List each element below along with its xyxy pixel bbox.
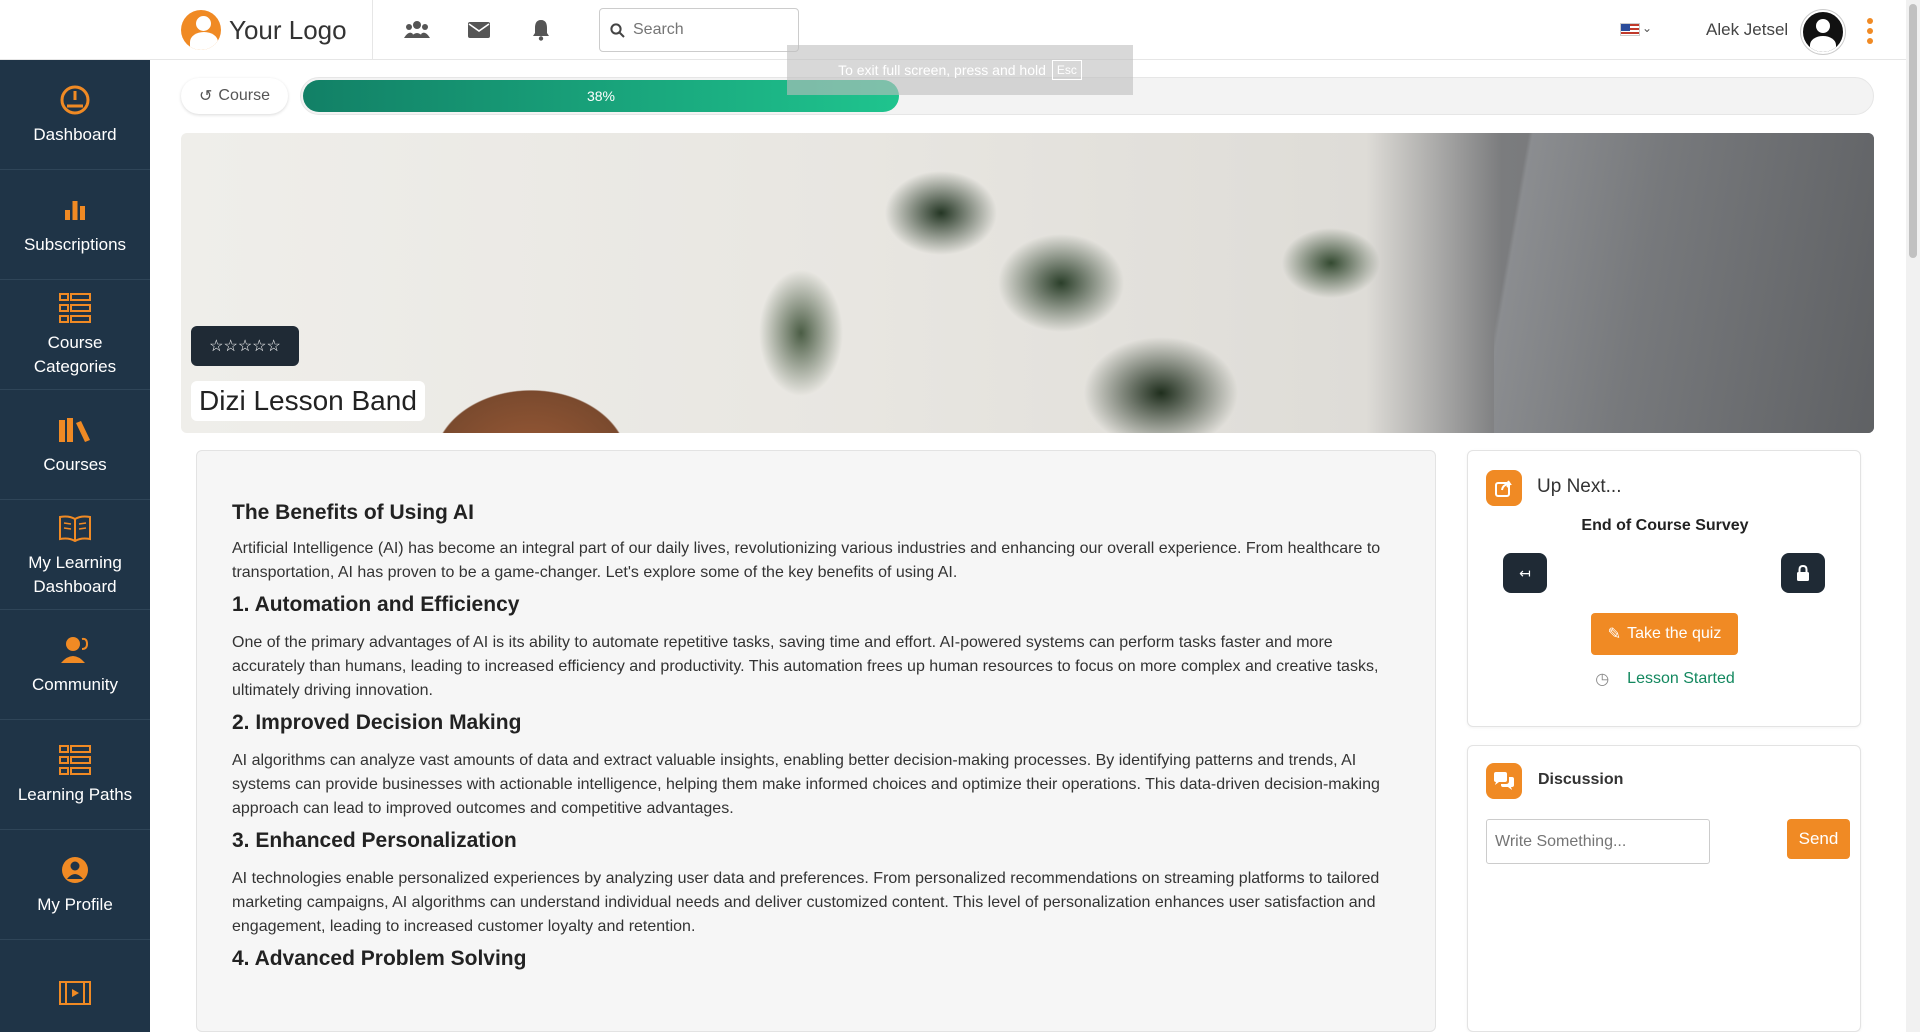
discussion-title: Discussion xyxy=(1538,771,1624,788)
books-icon xyxy=(58,413,92,447)
search-input[interactable] xyxy=(633,21,783,39)
sidebar-item-subscriptions[interactable]: Subscriptions xyxy=(0,170,150,280)
user-circle-icon xyxy=(58,853,92,887)
sidebar-item-label: Dashboard xyxy=(33,124,117,144)
gauge-icon xyxy=(58,83,92,117)
users-icon[interactable] xyxy=(404,17,430,43)
logo-mark-icon xyxy=(181,10,221,50)
open-book-icon xyxy=(58,511,92,545)
undo-icon: ↺ xyxy=(199,88,213,105)
lesson-banner-image xyxy=(181,133,1874,433)
sidebar-item-label: Course Categories xyxy=(33,332,117,376)
take-quiz-button[interactable]: ✎ Take the quiz xyxy=(1591,613,1738,655)
next-item-title: End of Course Survey xyxy=(1581,517,1749,534)
section-body: AI technologies enable personalized expe… xyxy=(232,870,1380,935)
sidebar-item-course-categories[interactable]: Course Categories xyxy=(0,280,150,390)
star-rating[interactable]: ☆☆☆☆☆ xyxy=(191,326,299,366)
take-quiz-label: Take the quiz xyxy=(1627,625,1722,642)
mail-icon[interactable] xyxy=(466,17,492,43)
back-to-course-button[interactable]: ↺ Course xyxy=(181,78,288,114)
fullscreen-toast: To exit full screen, press and hold Esc xyxy=(787,45,1133,95)
sidebar-item-courses[interactable]: Courses xyxy=(0,390,150,500)
flag-us-icon[interactable] xyxy=(1620,23,1640,36)
lesson-heading: The Benefits of Using AI xyxy=(232,501,474,524)
section-title: 4. Advanced Problem Solving xyxy=(232,947,527,970)
sidebar-item-label: My Learning Dashboard xyxy=(28,552,122,596)
sidebar-item-learning-paths[interactable]: Learning Paths xyxy=(0,720,150,830)
up-next-panel: Up Next... End of Course Survey ↤ ✎ Take… xyxy=(1467,450,1861,727)
discussion-input[interactable] xyxy=(1486,819,1710,864)
page-scrollbar[interactable] xyxy=(1906,0,1920,1032)
section-body: AI algorithms can analyze vast amounts o… xyxy=(232,752,1380,817)
pencil-icon: ✎ xyxy=(1607,626,1622,643)
sidebar-item-my-learning-dashboard[interactable]: My Learning Dashboard xyxy=(0,500,150,610)
sidebar-item-community[interactable]: Community xyxy=(0,610,150,720)
kebab-menu-icon[interactable] xyxy=(1866,18,1874,44)
list-icon xyxy=(58,291,92,325)
chat-bubbles-icon xyxy=(1486,763,1522,799)
lesson-title: Dizi Lesson Band xyxy=(191,381,425,421)
clock-icon: ◷ xyxy=(1595,671,1610,688)
lock-icon xyxy=(1797,565,1809,581)
sidebar-item-dashboard[interactable]: Dashboard xyxy=(0,60,150,170)
back-to-course-label: Course xyxy=(218,87,270,104)
logo[interactable]: Your Logo xyxy=(181,10,347,50)
chevron-down-icon[interactable]: ⌄ xyxy=(1642,21,1652,35)
up-next-title: Up Next... xyxy=(1537,476,1622,497)
lesson-intro: Artificial Intelligence (AI) has become … xyxy=(232,540,1381,581)
sidebar-item-label: Courses xyxy=(43,454,107,474)
community-icon xyxy=(58,633,92,667)
lesson-status: ◷ Lesson Started xyxy=(1468,669,1862,689)
list-icon xyxy=(58,743,92,777)
video-icon xyxy=(58,976,92,1010)
lesson-status-text: Lesson Started xyxy=(1627,670,1735,687)
sidebar-item-more[interactable] xyxy=(0,940,150,1032)
sidebar-item-label: Learning Paths xyxy=(17,784,133,804)
send-button[interactable]: Send xyxy=(1787,819,1850,859)
share-icon xyxy=(1486,470,1522,506)
sidebar: Dashboard Subscriptions Course Categorie… xyxy=(0,60,150,1032)
discussion-panel: Discussion Send xyxy=(1467,745,1861,1032)
lesson-content: The Benefits of Using AI Artificial Inte… xyxy=(196,450,1436,1032)
section-body: One of the primary advantages of AI is i… xyxy=(232,634,1379,699)
banner-sleeve xyxy=(1494,133,1874,433)
previous-arrow-icon: ↤ xyxy=(1519,564,1531,581)
header-divider xyxy=(372,0,373,60)
section-title: 2. Improved Decision Making xyxy=(232,711,522,734)
section-title: 3. Enhanced Personalization xyxy=(232,829,517,852)
sidebar-item-label: Subscriptions xyxy=(23,234,127,254)
progress-percent-label: 38% xyxy=(586,88,616,104)
sidebar-item-label: My Profile xyxy=(37,894,113,914)
search-box[interactable] xyxy=(599,8,799,52)
sidebar-item-my-profile[interactable]: My Profile xyxy=(0,830,150,940)
logo-text: Your Logo xyxy=(229,14,347,45)
previous-lesson-button[interactable]: ↤ xyxy=(1503,553,1547,593)
sidebar-item-label: Community xyxy=(32,674,118,694)
avatar[interactable] xyxy=(1801,10,1845,54)
search-icon xyxy=(610,22,625,38)
fullscreen-toast-text: To exit full screen, press and hold xyxy=(838,62,1046,78)
esc-key-badge: Esc xyxy=(1051,60,1082,80)
section-title: 1. Automation and Efficiency xyxy=(232,593,520,616)
bell-icon[interactable] xyxy=(528,17,554,43)
user-name[interactable]: Alek Jetsel xyxy=(1706,20,1788,40)
locked-next-button[interactable] xyxy=(1781,553,1825,593)
bar-chart-icon xyxy=(58,193,92,227)
scrollbar-thumb[interactable] xyxy=(1909,4,1917,258)
